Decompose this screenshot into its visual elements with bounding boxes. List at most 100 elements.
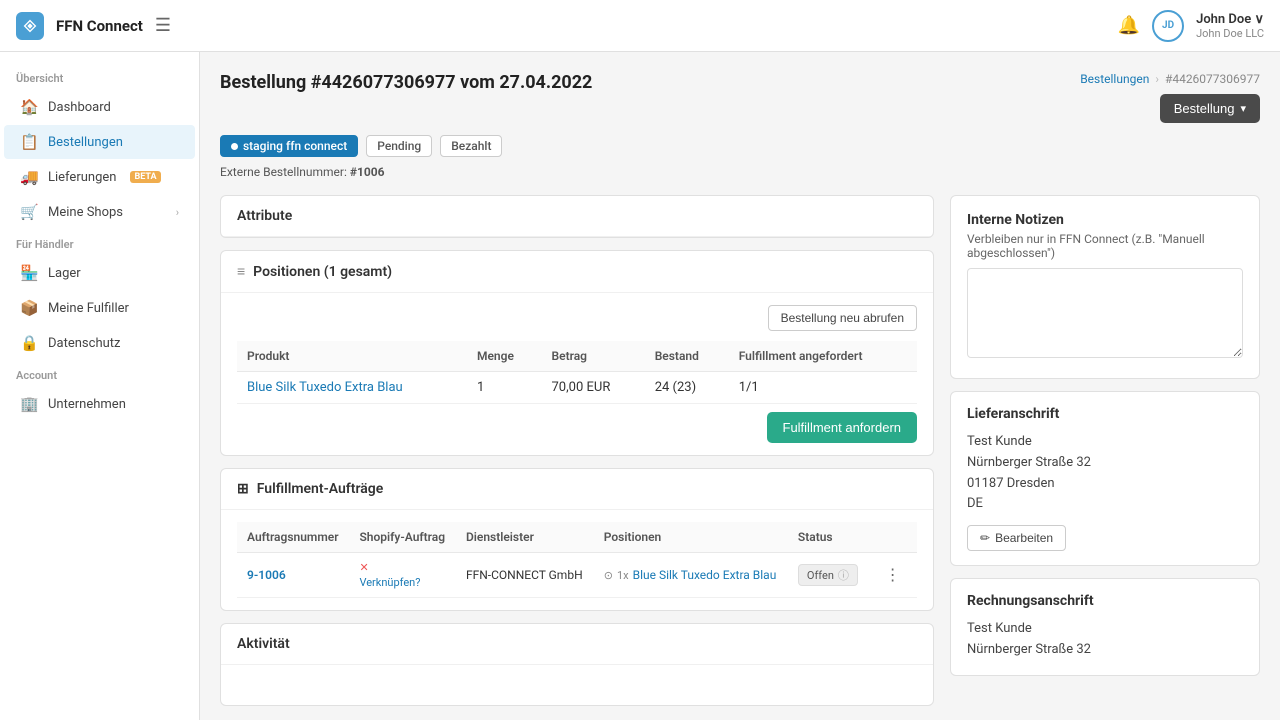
sidebar: Übersicht 🏠 Dashboard 📋 Bestellungen 🚚 L…: [0, 52, 200, 720]
sidebar-item-unternehmen[interactable]: 🏢 Unternehmen: [4, 387, 195, 421]
edit-address-button[interactable]: ✏ Bearbeiten: [967, 525, 1066, 551]
fulfillment-table: Auftragsnummer Shopify-Auftrag Dienstlei…: [237, 522, 917, 598]
home-icon: 🏠: [20, 98, 38, 116]
positions-card-header: ≡ Positionen (1 gesamt): [221, 251, 933, 293]
fulfillment-table-container: Auftragsnummer Shopify-Auftrag Dienstlei…: [221, 510, 933, 610]
breadcrumb-separator: ›: [1155, 72, 1159, 86]
ff-icon: ⊞: [237, 481, 249, 497]
page-header: Bestellung #4426077306977 vom 27.04.2022…: [220, 72, 1260, 123]
betrag-cell: 70,00 EUR: [542, 372, 645, 404]
pos-count: 1x: [617, 569, 629, 582]
ff-shopify-cell: ✕ Verknüpfen?: [349, 553, 456, 598]
hamburger-button[interactable]: ☰: [155, 15, 171, 36]
reload-button[interactable]: Bestellung neu abrufen: [768, 305, 917, 331]
pos-product-link[interactable]: Blue Silk Tuxedo Extra Blau: [633, 568, 777, 582]
ff-dienstleister-cell: FFN-CONNECT GmbH: [456, 553, 594, 598]
sidebar-item-meine-shops[interactable]: 🛒 Meine Shops ›: [4, 195, 195, 229]
notes-subtitle: Verbleiben nur in FFN Connect (z.B. "Man…: [967, 232, 1243, 260]
bell-icon[interactable]: 🔔: [1118, 15, 1140, 36]
sidebar-item-lieferungen[interactable]: 🚚 Lieferungen BETA: [4, 160, 195, 194]
user-company: John Doe LLC: [1196, 27, 1264, 40]
rechnungsanschrift-text: Test Kunde Nürnberger Straße 32: [967, 619, 1243, 661]
logo-icon: [16, 12, 44, 40]
attribute-card-header: Attribute: [221, 196, 933, 237]
sidebar-item-label: Bestellungen: [48, 135, 123, 150]
tag-staging-label: staging ffn connect: [243, 139, 347, 153]
address-city: 01187 Dresden: [967, 474, 1243, 495]
chevron-right-icon: ›: [176, 206, 179, 219]
breadcrumb-current: #4426077306977: [1165, 72, 1260, 86]
col-betrag: Betrag: [542, 341, 645, 372]
ff-order-link[interactable]: 9-1006: [247, 568, 286, 582]
notes-textarea[interactable]: [967, 268, 1243, 358]
address-name: Test Kunde: [967, 432, 1243, 453]
ext-order: Externe Bestellnummer: #1006: [220, 165, 1260, 179]
beta-badge: BETA: [130, 171, 160, 183]
privacy-icon: 🔒: [20, 334, 38, 352]
sidebar-section-overview: Übersicht: [0, 64, 199, 89]
positions-table-container: Bestellung neu abrufen Produkt Menge Bet…: [221, 293, 933, 455]
sidebar-item-fulfiller[interactable]: 📦 Meine Fulfiller: [4, 291, 195, 325]
breadcrumb-parent[interactable]: Bestellungen: [1080, 72, 1149, 86]
rechnungsanschrift-card: Rechnungsanschrift Test Kunde Nürnberger…: [950, 578, 1260, 676]
fulfillment-button[interactable]: Fulfillment anfordern: [767, 412, 918, 443]
ff-col-dienstleister: Dienstleister: [456, 522, 594, 553]
avatar: JD: [1152, 10, 1184, 42]
col-produkt: Produkt: [237, 341, 467, 372]
ff-col-shopify: Shopify-Auftrag: [349, 522, 456, 553]
activity-card-header: Aktivität: [221, 624, 933, 665]
status-badge: Offen ⓘ: [798, 564, 858, 586]
rechnungsanschrift-body: Rechnungsanschrift Test Kunde Nürnberger…: [951, 579, 1259, 675]
content-grid: Attribute ≡ Positionen (1 gesamt) Bestel…: [220, 195, 1260, 706]
main-content: Bestellung #4426077306977 vom 27.04.2022…: [200, 52, 1280, 720]
shopify-link[interactable]: Verknüpfen?: [359, 576, 446, 589]
ext-order-value: #1006: [350, 165, 385, 179]
rechnungsanschrift-title: Rechnungsanschrift: [967, 593, 1243, 609]
lieferanschrift-body: Lieferanschrift Test Kunde Nürnberger St…: [951, 392, 1259, 565]
staging-dot: [231, 143, 238, 150]
pos-item: ⊙ 1x Blue Silk Tuxedo Extra Blau: [604, 568, 778, 582]
tag-paid: Bezahlt: [440, 135, 502, 157]
notes-title: Interne Notizen: [967, 212, 1243, 228]
product-link[interactable]: Blue Silk Tuxedo Extra Blau: [247, 380, 403, 395]
bestellung-button-label: Bestellung: [1174, 101, 1235, 116]
billing-name: Test Kunde: [967, 619, 1243, 640]
lieferanschrift-card: Lieferanschrift Test Kunde Nürnberger St…: [950, 391, 1260, 566]
fulfillment-title: Fulfillment-Aufträge: [257, 481, 384, 497]
sidebar-item-datenschutz[interactable]: 🔒 Datenschutz: [4, 326, 195, 360]
shops-icon: 🛒: [20, 203, 38, 221]
ff-more-cell: ⋮: [869, 553, 917, 598]
breadcrumb: Bestellungen › #4426077306977: [1080, 72, 1260, 86]
topnav-right: 🔔 JD John Doe ∨ John Doe LLC: [1118, 10, 1264, 42]
list-icon: ≡: [237, 263, 245, 280]
fulfillment-btn-row: Fulfillment anfordern: [237, 404, 917, 443]
orders-icon: 📋: [20, 133, 38, 151]
app-name: FFN Connect: [56, 17, 143, 35]
sidebar-item-label: Datenschutz: [48, 336, 120, 351]
table-row: 9-1006 ✕ Verknüpfen? FFN-CONNECT GmbH: [237, 553, 917, 598]
table-row: Blue Silk Tuxedo Extra Blau 1 70,00 EUR …: [237, 372, 917, 404]
lieferanschrift-title: Lieferanschrift: [967, 406, 1243, 422]
sidebar-item-label: Lieferungen: [48, 170, 116, 185]
sidebar-item-dashboard[interactable]: 🏠 Dashboard: [4, 90, 195, 124]
x-icon: ✕: [359, 561, 446, 574]
sidebar-item-label: Meine Fulfiller: [48, 301, 129, 316]
ff-order-num-cell: 9-1006: [237, 553, 349, 598]
tag-staging: staging ffn connect: [220, 135, 358, 157]
sidebar-item-label: Dashboard: [48, 100, 111, 115]
user-name: John Doe ∨: [1196, 12, 1264, 27]
content-right: Interne Notizen Verbleiben nur in FFN Co…: [950, 195, 1260, 706]
delivery-icon: 🚚: [20, 168, 38, 186]
info-icon[interactable]: ⓘ: [838, 567, 849, 583]
menge-cell: 1: [467, 372, 542, 404]
sidebar-item-lager[interactable]: 🏪 Lager: [4, 256, 195, 290]
ff-col-actions: [869, 522, 917, 553]
tag-pending: Pending: [366, 135, 432, 157]
layout: Übersicht 🏠 Dashboard 📋 Bestellungen 🚚 L…: [0, 52, 1280, 720]
product-name-cell: Blue Silk Tuxedo Extra Blau: [237, 372, 467, 404]
status-label: Offen: [807, 569, 834, 582]
bestellung-button[interactable]: Bestellung ▾: [1160, 94, 1260, 123]
sidebar-section-handler: Für Händler: [0, 230, 199, 255]
sidebar-item-bestellungen[interactable]: 📋 Bestellungen: [4, 125, 195, 159]
more-button[interactable]: ⋮: [879, 563, 907, 587]
